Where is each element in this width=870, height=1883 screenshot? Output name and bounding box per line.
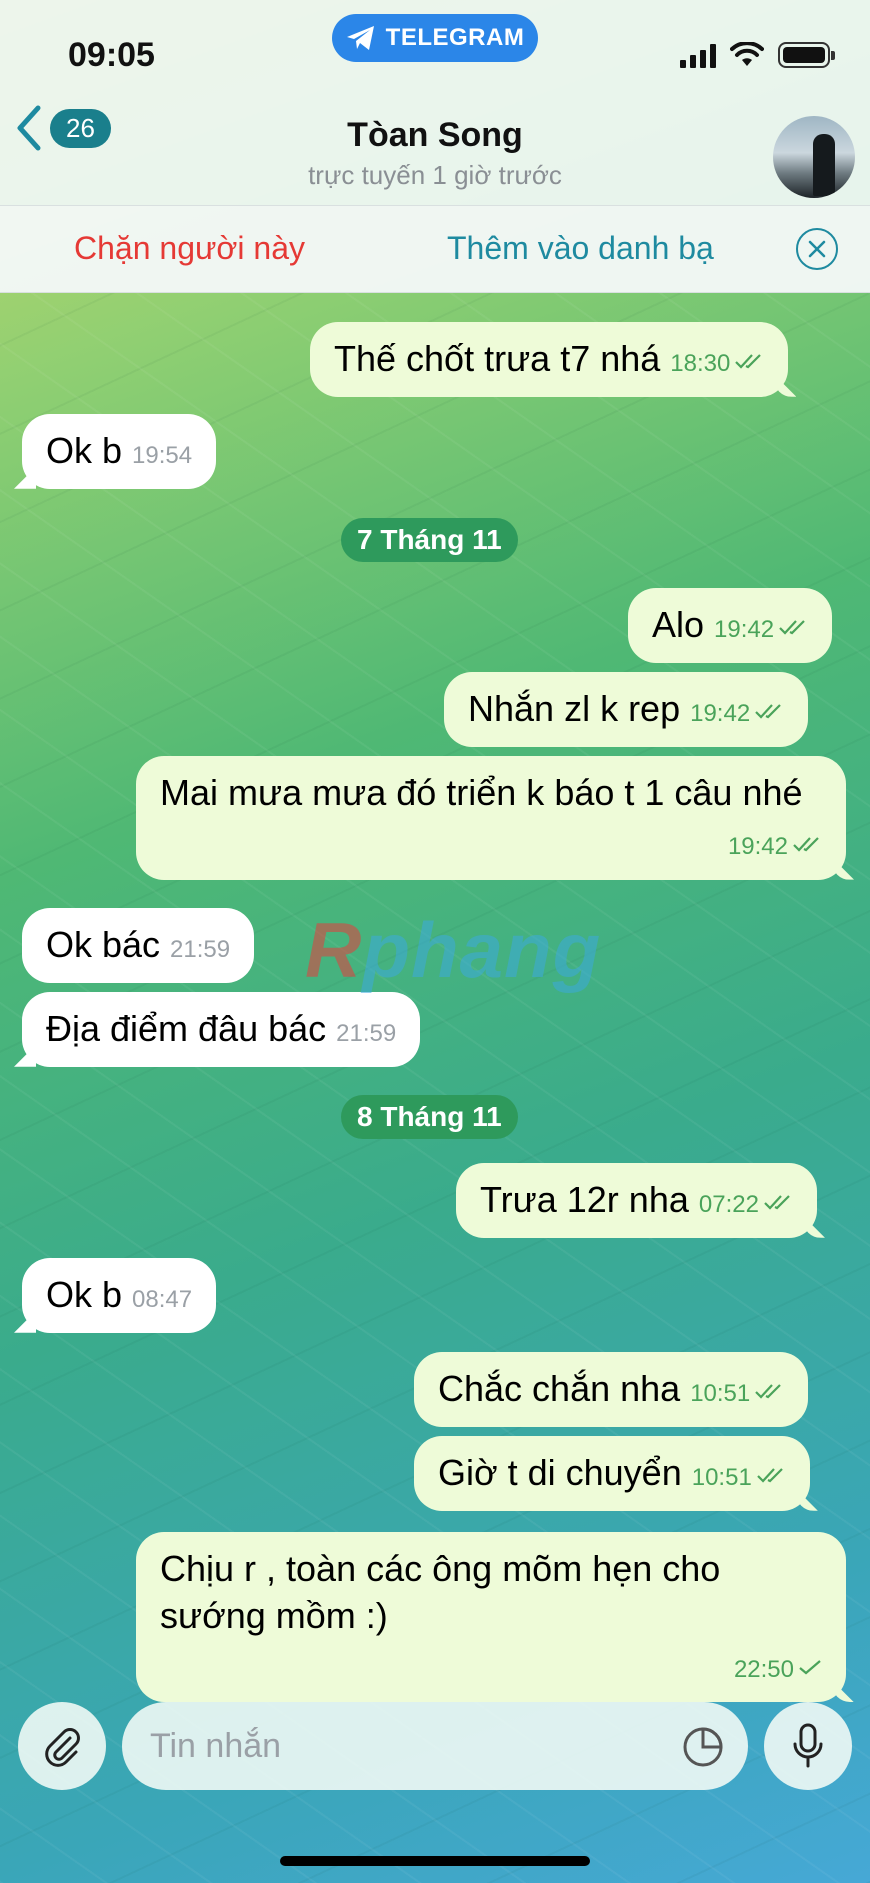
double-check-icon <box>764 1195 790 1211</box>
watermark-rest: phang <box>362 906 602 994</box>
message-time: 10:51 <box>690 1380 751 1407</box>
message-time: 21:59 <box>170 936 231 963</box>
message-text: Trưa 12r nha <box>480 1179 689 1220</box>
message-text: Alo <box>652 604 705 645</box>
telegram-pill-label: TELEGRAM <box>385 24 525 51</box>
date-separator: 7 Tháng 11 <box>341 518 518 562</box>
contact-name[interactable]: Tòan Song <box>0 116 870 155</box>
message-outgoing[interactable]: Trưa 12r nha 07:22 <box>456 1163 817 1238</box>
message-time: 19:42 <box>690 700 751 727</box>
close-action-bar-button[interactable] <box>796 228 838 270</box>
status-time: 09:05 <box>68 36 155 74</box>
signal-icon <box>680 44 716 68</box>
sticker-icon[interactable] <box>682 1726 724 1768</box>
message-time: 10:51 <box>691 1464 752 1491</box>
home-indicator <box>280 1856 590 1866</box>
message-text: Chịu r , toàn các ông mõm hẹn cho sướng … <box>160 1548 721 1636</box>
top-bar: 09:05 TELEGRAM 26 Tòan Song trực tuyến 1… <box>0 0 870 205</box>
message-composer <box>0 1690 870 1883</box>
add-contact-button[interactable]: Thêm vào danh bạ <box>447 230 714 267</box>
message-time: 21:59 <box>336 1020 397 1047</box>
double-check-icon <box>755 704 781 720</box>
message-text: Thế chốt trưa t7 nhá <box>334 338 661 379</box>
message-time: 19:42 <box>714 616 775 643</box>
message-time: 18:30 <box>670 350 731 377</box>
message-text: Mai mưa mưa đó triển k báo t 1 câu nhé <box>160 772 803 813</box>
attach-button[interactable] <box>18 1702 106 1790</box>
message-incoming[interactable]: Địa điểm đâu bác 21:59 <box>22 992 421 1067</box>
message-text: Địa điểm đâu bác <box>46 1008 327 1049</box>
message-text: Ok bác <box>46 924 161 965</box>
message-text: Giờ t di chuyển <box>438 1452 682 1493</box>
message-time: 22:50 <box>733 1655 794 1683</box>
microphone-button[interactable] <box>764 1702 852 1790</box>
block-user-button[interactable]: Chặn người này <box>74 230 305 267</box>
paperclip-icon <box>45 1728 80 1767</box>
message-incoming[interactable]: Ok b 08:47 <box>22 1258 217 1333</box>
single-check-icon <box>799 1660 821 1675</box>
double-check-icon <box>755 1384 782 1400</box>
message-time: 19:42 <box>727 832 788 860</box>
battery-icon <box>778 42 835 68</box>
double-check-icon <box>793 837 819 852</box>
message-text: Ok b <box>46 430 123 471</box>
message-text: Nhắn zl k rep <box>468 688 681 729</box>
watermark-first: R <box>305 906 363 994</box>
message-outgoing[interactable]: Chịu r , toàn các ông mõm hẹn cho sướng … <box>136 1532 846 1703</box>
message-input[interactable] <box>122 1702 748 1790</box>
telegram-icon <box>346 26 374 50</box>
double-check-icon <box>779 620 805 636</box>
contact-status: trực tuyến 1 giờ trước <box>308 160 562 190</box>
telegram-pill[interactable]: TELEGRAM <box>332 14 538 62</box>
watermark-logo: Rphang <box>305 905 601 996</box>
message-outgoing[interactable]: Giờ t di chuyển 10:51 <box>414 1436 810 1511</box>
double-check-icon <box>757 1468 783 1484</box>
message-outgoing[interactable]: Thế chốt trưa t7 nhá 18:30 <box>310 322 789 397</box>
message-time: 07:22 <box>698 1191 759 1218</box>
message-outgoing[interactable]: Alo 19:42 <box>628 588 833 663</box>
message-outgoing[interactable]: Mai mưa mưa đó triển k báo t 1 câu nhé 1… <box>136 756 846 880</box>
message-time: 08:47 <box>132 1286 193 1313</box>
contact-action-bar: Chặn người này Thêm vào danh bạ <box>0 205 870 293</box>
date-separator: 8 Tháng 11 <box>341 1095 518 1139</box>
microphone-icon <box>793 1723 823 1768</box>
double-check-icon <box>735 354 762 370</box>
message-text: Chắc chắn nha <box>438 1368 681 1409</box>
message-incoming[interactable]: Ok b 19:54 <box>22 414 217 489</box>
message-outgoing[interactable]: Nhắn zl k rep 19:42 <box>444 672 809 747</box>
message-time: 19:54 <box>132 442 193 469</box>
message-text: Ok b <box>46 1274 123 1315</box>
wifi-icon <box>730 42 764 66</box>
message-incoming[interactable]: Ok bác 21:59 <box>22 908 255 983</box>
message-outgoing[interactable]: Chắc chắn nha 10:51 <box>414 1352 809 1427</box>
close-icon <box>808 240 826 258</box>
avatar[interactable] <box>773 116 855 198</box>
status-icons <box>680 42 835 68</box>
